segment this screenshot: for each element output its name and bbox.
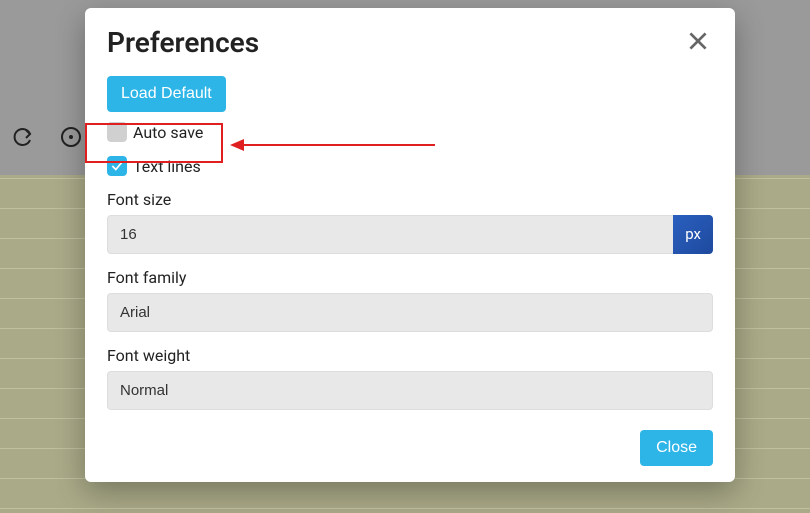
auto-save-label: Auto save: [133, 123, 203, 142]
font-weight-label: Font weight: [107, 346, 713, 365]
auto-save-checkbox[interactable]: [107, 122, 127, 142]
preferences-modal: Preferences Load Default Auto save Text …: [85, 8, 735, 482]
font-size-label: Font size: [107, 190, 713, 209]
close-icon[interactable]: [683, 26, 713, 60]
font-size-input[interactable]: [107, 215, 677, 254]
text-lines-checkbox[interactable]: [107, 156, 127, 176]
font-family-input[interactable]: [107, 293, 713, 332]
load-default-button[interactable]: Load Default: [107, 76, 226, 112]
close-button[interactable]: Close: [640, 430, 713, 466]
redo-icon[interactable]: [10, 125, 34, 153]
font-weight-input[interactable]: [107, 371, 713, 410]
modal-title: Preferences: [107, 26, 259, 59]
target-icon[interactable]: [59, 125, 83, 153]
grid-line: [0, 508, 810, 509]
text-lines-label: Text lines: [133, 157, 201, 176]
font-family-label: Font family: [107, 268, 713, 287]
font-size-unit: px: [673, 215, 713, 254]
